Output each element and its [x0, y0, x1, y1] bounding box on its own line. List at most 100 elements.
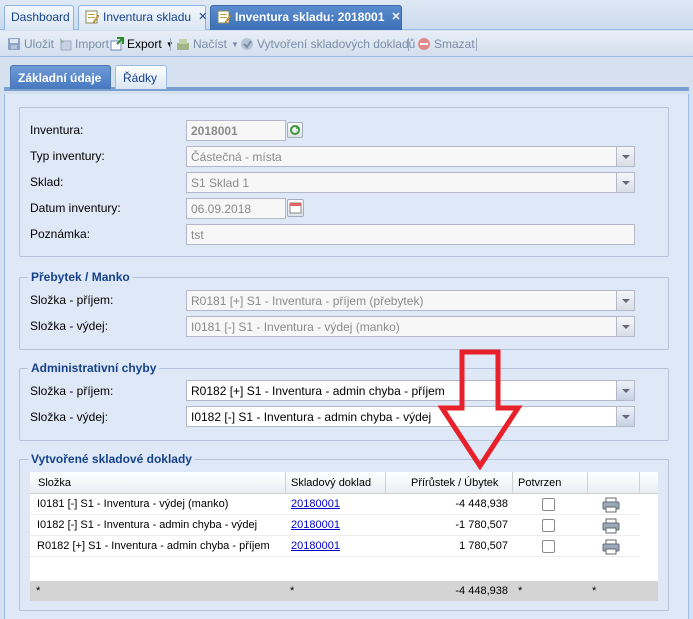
- datum-label: Datum inventury:: [30, 201, 121, 215]
- form-tab-bar: Základní údaje Řádky: [4, 62, 689, 91]
- cell-doklad-link[interactable]: 20180001: [291, 540, 340, 552]
- dropdown-trigger[interactable]: [616, 381, 634, 400]
- cell-slozka: I0182 [-] S1 - Inventura - admin chyba -…: [37, 519, 258, 531]
- col-potvrzen[interactable]: Potvrzen: [518, 477, 561, 489]
- close-icon[interactable]: ✕: [391, 10, 400, 23]
- docs-legend: Vytvořené skladové doklady: [28, 452, 195, 466]
- chevron-down-icon: ▼: [231, 39, 239, 49]
- calendar-icon: [289, 202, 302, 214]
- document-tab-bar: Dashboard Inventura skladu ✕ Inventura s…: [0, 0, 693, 30]
- admin-fieldset: Administrativní chyby: [19, 361, 669, 441]
- prebytek-legend: Přebytek / Manko: [28, 270, 133, 284]
- load-icon: [176, 37, 190, 51]
- prebytek-vydej-select[interactable]: I0181 [-] S1 - Inventura - výdej (manko): [186, 316, 635, 337]
- confirmed-checkbox[interactable]: [542, 540, 555, 553]
- load-button[interactable]: Načíst ▼: [176, 35, 239, 53]
- import-button[interactable]: Import: [58, 35, 109, 53]
- confirmed-checkbox[interactable]: [542, 519, 555, 532]
- inventura-field: 2018001: [186, 120, 286, 141]
- save-button[interactable]: Uložit: [7, 35, 54, 53]
- printer-icon[interactable]: [602, 539, 620, 558]
- inventura-label: Inventura:: [30, 123, 84, 137]
- document-edit-icon: [85, 10, 100, 24]
- tab-inventura-skladu[interactable]: Inventura skladu ✕: [78, 5, 207, 30]
- tab-inventura-2018001[interactable]: Inventura skladu: 2018001 ✕: [210, 5, 402, 30]
- cell-slozka: I0181 [-] S1 - Inventura - výdej (manko): [37, 498, 229, 510]
- delete-button[interactable]: Smazat: [417, 35, 475, 53]
- tab-radky[interactable]: Řádky: [115, 65, 167, 89]
- docs-grid: Složka Skladový doklad Přírůstek / Úbyte…: [30, 472, 658, 601]
- import-icon: [58, 37, 72, 51]
- col-prirustek[interactable]: Přírůstek / Úbytek: [411, 477, 498, 489]
- admin-legend: Administrativní chyby: [28, 361, 160, 375]
- document-edit-icon: [217, 10, 232, 24]
- date-picker-button[interactable]: [287, 199, 304, 217]
- close-icon[interactable]: ✕: [198, 10, 207, 23]
- prebytek-fieldset: Přebytek / Manko: [19, 270, 669, 350]
- sklad-select[interactable]: S1 Sklad 1: [186, 172, 635, 193]
- summary-cell: *: [518, 585, 523, 597]
- dropdown-trigger[interactable]: [616, 147, 634, 166]
- annotation-arrow-icon: [438, 349, 523, 470]
- cell-doklad-link[interactable]: 20180001: [291, 519, 340, 531]
- summary-total: -4 448,938: [455, 585, 508, 597]
- export-icon: [110, 37, 124, 51]
- tab-label: Inventura skladu: 2018001: [235, 10, 385, 24]
- cell-value: -4 448,938: [455, 498, 508, 510]
- col-separator: [639, 472, 640, 494]
- dropdown-trigger[interactable]: [616, 291, 634, 310]
- table-row[interactable]: I0182 [-] S1 - Inventura - admin chyba -…: [30, 515, 640, 536]
- typ-label: Typ inventury:: [30, 149, 105, 163]
- tab-zakladni-udaje[interactable]: Základní údaje: [10, 65, 111, 89]
- toolbar-separator: [170, 38, 171, 51]
- admin-vydej-label: Složka - výdej:: [30, 410, 109, 424]
- poznamka-label: Poznámka:: [30, 227, 91, 241]
- dropdown-trigger[interactable]: [616, 173, 634, 192]
- datum-field[interactable]: 06.09.2018: [186, 198, 286, 219]
- prebytek-vydej-label: Složka - výdej:: [30, 319, 109, 333]
- table-row[interactable]: R0182 [+] S1 - Inventura - admin chyba -…: [30, 536, 640, 557]
- typ-select[interactable]: Částečná - místa: [186, 146, 635, 167]
- refresh-icon: [290, 125, 300, 135]
- cell-slozka: R0182 [+] S1 - Inventura - admin chyba -…: [37, 540, 270, 552]
- tab-dashboard[interactable]: Dashboard: [4, 5, 74, 30]
- col-separator: [385, 472, 386, 494]
- col-separator: [587, 472, 588, 494]
- col-doklad[interactable]: Skladový doklad: [291, 477, 371, 489]
- cell-value: -1 780,507: [455, 519, 508, 531]
- sklad-label: Sklad:: [30, 175, 64, 189]
- cell-doklad-link[interactable]: 20180001: [291, 498, 340, 510]
- admin-prijem-label: Složka - příjem:: [30, 384, 114, 398]
- create-documents-icon: [240, 37, 254, 51]
- col-separator: [285, 472, 286, 494]
- summary-cell: *: [592, 585, 597, 597]
- refresh-button[interactable]: [287, 122, 303, 138]
- confirmed-checkbox[interactable]: [542, 498, 555, 511]
- printer-icon[interactable]: [602, 518, 620, 537]
- table-row[interactable]: I0181 [-] S1 - Inventura - výdej (manko)…: [30, 494, 640, 515]
- save-icon: [7, 37, 21, 51]
- toolbar-separator: [408, 38, 409, 51]
- poznamka-field[interactable]: tst: [186, 224, 635, 245]
- summary-cell: *: [290, 585, 295, 597]
- grid-summary-row: * * -4 448,938 * *: [30, 581, 658, 601]
- export-button[interactable]: Export ▼: [110, 35, 174, 53]
- prebytek-prijem-select[interactable]: R0181 [+] S1 - Inventura - příjem (přeby…: [186, 290, 635, 311]
- dropdown-trigger[interactable]: [616, 407, 634, 426]
- prebytek-prijem-label: Složka - příjem:: [30, 293, 114, 307]
- toolbar: Uložit Import Export ▼ Načíst ▼ Vytvořen…: [0, 31, 693, 57]
- admin-prijem-select[interactable]: R0182 [+] S1 - Inventura - admin chyba -…: [186, 380, 635, 401]
- tab-label: Dashboard: [11, 10, 70, 24]
- grid-header: Složka Skladový doklad Přírůstek / Úbyte…: [30, 472, 658, 494]
- toolbar-separator: [476, 38, 477, 51]
- dropdown-trigger[interactable]: [616, 317, 634, 336]
- delete-icon: [417, 37, 431, 51]
- cell-value: 1 780,507: [459, 540, 508, 552]
- tab-label: Inventura skladu: [103, 10, 192, 24]
- summary-cell: *: [36, 585, 41, 597]
- admin-vydej-select[interactable]: I0182 [-] S1 - Inventura - admin chyba -…: [186, 406, 635, 427]
- create-docs-button[interactable]: Vytvoření skladových dokladů: [240, 35, 415, 53]
- printer-icon[interactable]: [602, 497, 620, 516]
- col-separator: [512, 472, 513, 494]
- col-slozka[interactable]: Složka: [38, 477, 71, 489]
